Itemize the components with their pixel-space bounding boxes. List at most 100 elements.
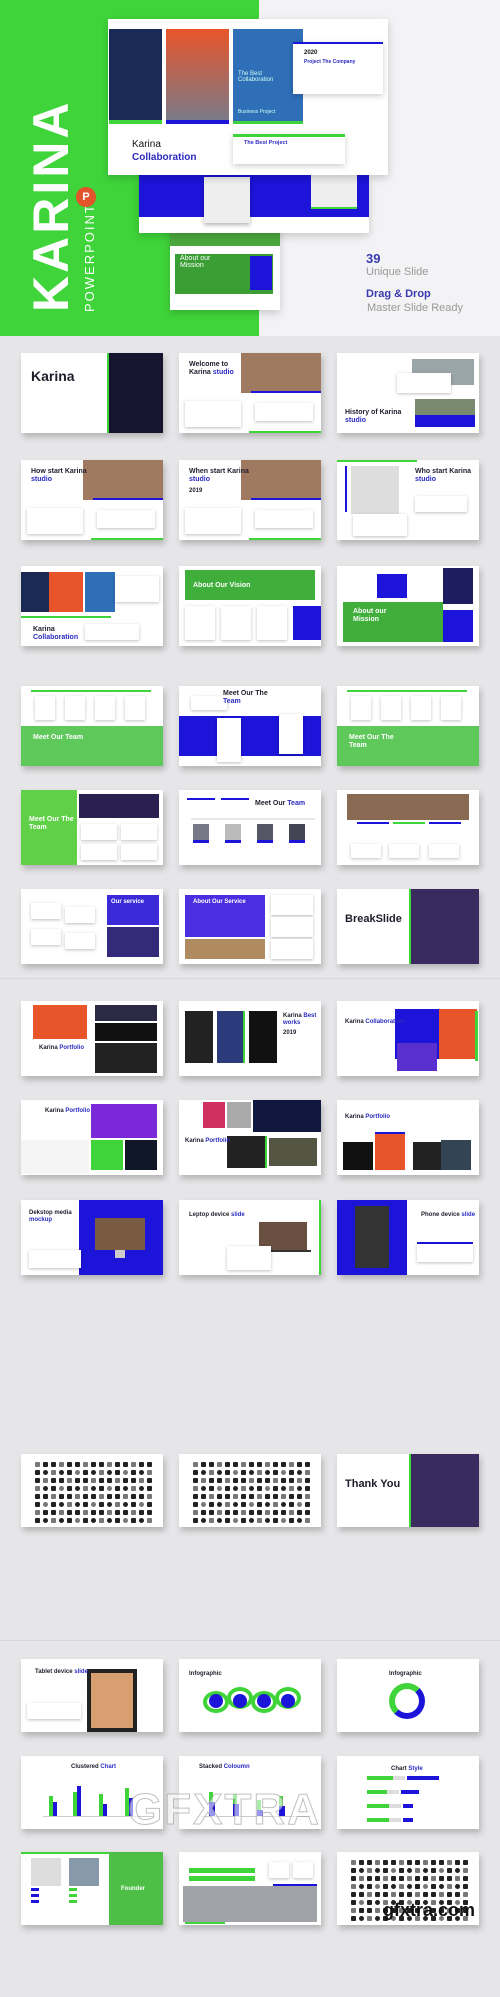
icon-glyph (359, 1908, 364, 1913)
icon-glyph (431, 1884, 436, 1889)
slide-thumbnail[interactable] (179, 1852, 321, 1925)
slide-title: Karina Portfolio (39, 1045, 84, 1052)
slide-block (375, 1132, 405, 1134)
slide-thumbnail[interactable] (179, 1454, 321, 1527)
slide-thumbnail[interactable]: Meet Our The Team (179, 686, 321, 766)
icon-glyph (99, 1510, 104, 1515)
slide-block (351, 844, 381, 858)
icon-glyph (241, 1518, 246, 1523)
slide-thumbnail[interactable]: When start Karina studio 2019 (179, 460, 321, 540)
slide-thumbnail[interactable]: Karina Collaboration (337, 1001, 479, 1076)
slide-thumbnail[interactable]: Infographic (179, 1659, 321, 1732)
slide-thumbnail[interactable]: How start Karina studio (21, 460, 163, 540)
icon-glyph (281, 1502, 286, 1507)
slide-thumbnail[interactable]: Dekstop media mockup (21, 1200, 163, 1275)
slide-block (249, 1011, 277, 1063)
slide-title-accent: studio (212, 369, 234, 376)
icon-glyph (463, 1868, 468, 1873)
slide-block (21, 726, 163, 766)
slide-block (271, 939, 313, 959)
hbar-green (367, 1776, 393, 1780)
icon-glyph (75, 1478, 80, 1483)
slide-thumbnail[interactable]: BreakSlide (337, 889, 479, 964)
icon-glyph (257, 1518, 262, 1523)
slide-block (357, 822, 389, 824)
slide-thumbnail[interactable]: Karina Portfolio (21, 1001, 163, 1076)
icon-glyph (351, 1884, 356, 1889)
slide-thumbnail[interactable]: About Our Vision (179, 566, 321, 646)
icon-glyph (91, 1470, 96, 1475)
slide-thumbnail[interactable]: Phone device slide (337, 1200, 479, 1275)
icon-glyph (225, 1494, 230, 1499)
slide-thumbnail[interactable]: Meet Our Team (21, 686, 163, 766)
slide-block (35, 696, 55, 720)
year-label: 2020 (304, 50, 318, 56)
slide-thumbnail[interactable]: History of Karina studio (337, 353, 479, 433)
slide-thumbnail[interactable]: Meet Our Team (179, 790, 321, 865)
slide-block (107, 353, 109, 433)
slide-thumbnail[interactable]: Our service (21, 889, 163, 964)
icon-glyph (257, 1510, 262, 1515)
icon-glyph (75, 1510, 80, 1515)
section-divider (0, 978, 500, 979)
slide-thumbnail[interactable] (21, 1454, 163, 1527)
infographic-node-icon (209, 1694, 223, 1708)
slide-block (31, 929, 61, 945)
slide-block (381, 696, 401, 720)
slide-title-text: Karina (283, 1013, 302, 1019)
icon-glyph (139, 1470, 144, 1475)
slide-block (31, 1858, 61, 1886)
business-project-label: Business Project (238, 109, 276, 115)
icon-glyph (107, 1502, 112, 1507)
project-label: Project The Company (304, 59, 356, 65)
slide-thumbnail[interactable]: Karina Collaboration (21, 566, 163, 646)
icon-glyph (147, 1502, 152, 1507)
slide-thumbnail[interactable]: Thank You (337, 1454, 479, 1527)
slide-count-label: Unique Slide (366, 266, 429, 278)
slide-block (265, 1136, 267, 1168)
slide-thumbnail[interactable] (337, 790, 479, 865)
slide-thumbnail[interactable]: Meet Our The Team (337, 686, 479, 766)
icon-glyph (115, 1470, 120, 1475)
icon-glyph (99, 1494, 104, 1499)
icon-glyph (99, 1470, 104, 1475)
slide-block (289, 840, 305, 843)
slide-thumbnail[interactable]: Leptop device slide (179, 1200, 321, 1275)
icon-glyph (193, 1470, 198, 1475)
icon-glyph (147, 1470, 152, 1475)
slide-title-accent: Collaboration (33, 634, 79, 641)
icon-glyph (375, 1884, 380, 1889)
icon-glyph (107, 1486, 112, 1491)
icon-glyph (107, 1470, 112, 1475)
slide-block (475, 1011, 478, 1061)
icon-glyph (249, 1518, 254, 1523)
icon-glyph (217, 1502, 222, 1507)
slide-thumbnail[interactable]: About our Mission (337, 566, 479, 646)
slide-thumbnail[interactable]: Founder (21, 1852, 163, 1925)
slide-block (417, 1244, 473, 1262)
slide-block (95, 696, 115, 720)
slide-thumbnail[interactable]: Karina Portfolio (179, 1100, 321, 1175)
slide-title-text: When start Karina (189, 468, 249, 475)
slide-title: Karina Portfolio (345, 1114, 390, 1121)
slide-thumbnail[interactable]: Meet Our The Team (21, 790, 163, 865)
slide-thumbnail[interactable]: Tablet device slide (21, 1659, 163, 1732)
icon-glyph (59, 1502, 64, 1507)
icon-glyph (257, 1486, 262, 1491)
icon-glyph (273, 1462, 278, 1467)
hbar-blue (407, 1776, 439, 1780)
slide-thumbnail[interactable]: About Our Service (179, 889, 321, 964)
slide-thumbnail[interactable]: Chart Style (337, 1756, 479, 1829)
slide-thumbnail[interactable]: Karina Portfolio (337, 1100, 479, 1175)
slide-block (413, 1142, 441, 1170)
slide-thumbnail[interactable]: Karina (21, 353, 163, 433)
slide-thumbnail[interactable]: Welcome to Karina studio (179, 353, 321, 433)
slide-thumbnail[interactable]: Karina Best works 2019 (179, 1001, 321, 1076)
slide-title: About Our Vision (193, 582, 250, 590)
slide-thumbnail[interactable]: Karina Portfolio (21, 1100, 163, 1175)
slide-thumbnail[interactable]: Infographic (337, 1659, 479, 1732)
slide-thumbnail[interactable]: Who start Karina studio (337, 460, 479, 540)
icon-glyph (399, 1884, 404, 1889)
icon-glyph (281, 1470, 286, 1475)
icon-glyph (305, 1486, 310, 1491)
